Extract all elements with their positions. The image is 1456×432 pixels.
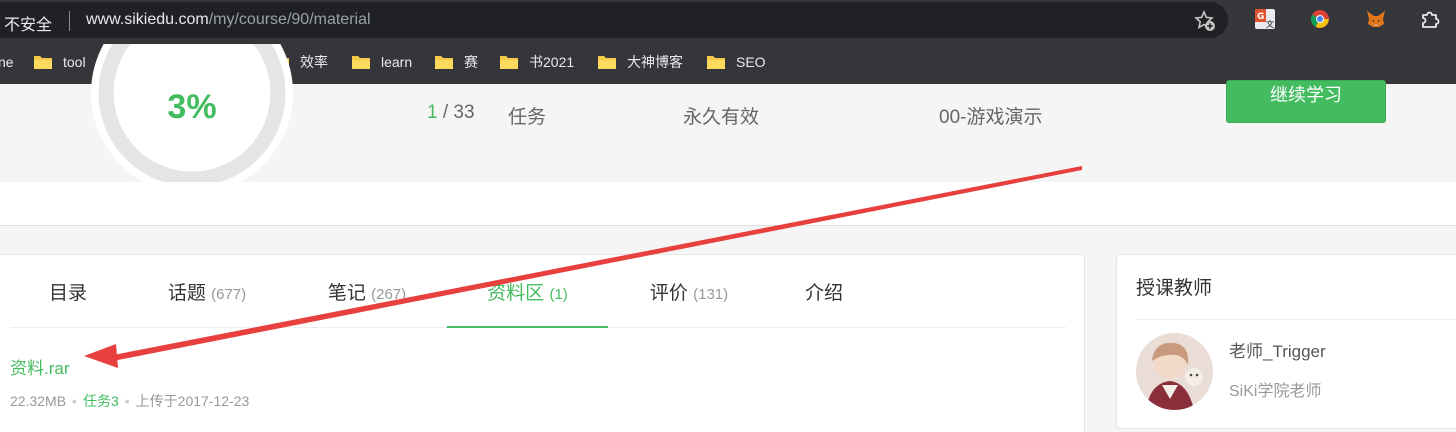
tab-catalog[interactable]: 目录 bbox=[48, 255, 88, 328]
folder-icon bbox=[34, 56, 52, 69]
browser-toolbar: 不安全 www.sikiedu.com/my/course/90/materia… bbox=[0, 0, 1456, 40]
bookmark-folder-books[interactable]: 书2021 bbox=[499, 52, 574, 72]
meta-dot: • bbox=[124, 393, 130, 409]
tab-materials[interactable]: 资料区 (1) bbox=[447, 255, 608, 328]
url-text[interactable]: www.sikiedu.com/my/course/90/material bbox=[86, 11, 371, 29]
folder-icon bbox=[500, 56, 518, 69]
tab-reviews[interactable]: 评价 (131) bbox=[644, 255, 734, 328]
validity-text: 永久有效 bbox=[683, 107, 760, 128]
bookmark-folder-seo[interactable]: SEO bbox=[706, 52, 766, 72]
tab-label: 评价 bbox=[649, 283, 688, 304]
tasks-label: 任务 bbox=[508, 107, 547, 128]
metamask-fox-icon[interactable] bbox=[1365, 8, 1387, 30]
bookmark-label: learn bbox=[381, 54, 413, 70]
course-stats-panel: 3% 1 / 33 任务 永久有效 00-游戏演示 继续学习 bbox=[0, 44, 1456, 194]
folder-icon bbox=[435, 56, 453, 69]
upload-date: 上传于2017-12-23 bbox=[135, 393, 250, 409]
teacher-divider bbox=[1136, 319, 1456, 320]
bookmark-folder-competition[interactable]: 赛 bbox=[434, 52, 478, 72]
material-file-link[interactable]: 资料.rar bbox=[10, 354, 70, 379]
teacher-name[interactable]: 老师_Trigger bbox=[1229, 337, 1326, 362]
bookmark-label: SEO bbox=[736, 54, 766, 70]
tab-intro[interactable]: 介绍 bbox=[804, 255, 844, 328]
tab-label: 介绍 bbox=[804, 283, 843, 304]
course-page: 3% 1 / 33 任务 永久有效 00-游戏演示 继续学习 目录 话题 (67… bbox=[0, 44, 1456, 432]
svg-text:文: 文 bbox=[1266, 19, 1275, 29]
material-meta: 22.32MB • 任务3 • 上传于2017-12-23 bbox=[10, 391, 249, 411]
teacher-card: 授课教师 老师_Trigger SiKi学院老师 bbox=[1116, 254, 1456, 429]
tab-topics[interactable]: 话题 (677) bbox=[162, 255, 252, 328]
folder-icon bbox=[598, 56, 616, 69]
tab-count: (1) bbox=[549, 286, 568, 303]
folder-icon bbox=[352, 56, 370, 69]
teacher-avatar[interactable] bbox=[1136, 333, 1213, 410]
file-task-link[interactable]: 任务3 bbox=[83, 393, 119, 409]
svg-text:G: G bbox=[1257, 12, 1264, 22]
tab-notes[interactable]: 笔记 (267) bbox=[322, 255, 412, 328]
header-band bbox=[0, 182, 1456, 226]
tasks-progress: 1 / 33 bbox=[427, 102, 475, 124]
extensions-puzzle-icon[interactable] bbox=[1419, 8, 1441, 30]
address-bar[interactable]: 不安全 www.sikiedu.com/my/course/90/materia… bbox=[0, 2, 1228, 38]
tab-label: 话题 bbox=[167, 283, 206, 304]
tab-count: (677) bbox=[211, 286, 247, 303]
progress-percent: 3% bbox=[167, 88, 217, 126]
tab-count: (131) bbox=[693, 286, 729, 303]
tab-label: 笔记 bbox=[327, 283, 366, 304]
course-tabs: 目录 话题 (677) 笔记 (267) 资料区 (1) 评价 (131) 介绍 bbox=[10, 255, 1066, 328]
bookmark-label: 赛 bbox=[464, 54, 478, 70]
tasks-done: 1 bbox=[427, 102, 438, 123]
tasks-total: / 33 bbox=[442, 102, 475, 123]
teacher-section-title: 授课教师 bbox=[1136, 278, 1213, 299]
folder-icon bbox=[707, 56, 725, 69]
tab-label: 资料区 bbox=[487, 283, 545, 304]
url-host: www.sikiedu.com bbox=[86, 11, 209, 28]
bookmark-folder-blogs[interactable]: 大神博客 bbox=[597, 52, 683, 72]
teacher-role: SiKi学院老师 bbox=[1229, 383, 1322, 400]
tab-label: 目录 bbox=[48, 283, 87, 304]
security-indicator[interactable]: 不安全 bbox=[4, 11, 52, 35]
meta-dot: • bbox=[72, 393, 77, 409]
chrome-extension-icon[interactable] bbox=[1309, 8, 1331, 30]
course-content-card: 目录 话题 (677) 笔记 (267) 资料区 (1) 评价 (131) 介绍… bbox=[0, 254, 1085, 432]
file-size: 22.32MB bbox=[10, 393, 67, 409]
bookmark-label: 大神博客 bbox=[627, 54, 683, 70]
bookmark-folder-learn[interactable]: learn bbox=[351, 52, 412, 72]
translate-extension-icon[interactable]: G 文 bbox=[1254, 8, 1276, 30]
current-chapter: 00-游戏演示 bbox=[939, 107, 1043, 128]
bookmark-label: ne bbox=[0, 54, 14, 70]
address-separator bbox=[69, 11, 70, 31]
url-path: /my/course/90/material bbox=[208, 11, 371, 28]
bookmark-folder-tool[interactable]: tool bbox=[33, 52, 86, 72]
continue-learning-button[interactable]: 继续学习 bbox=[1226, 80, 1386, 123]
bookmark-item[interactable]: ne bbox=[0, 52, 14, 72]
bookmark-label: 书2021 bbox=[529, 54, 575, 70]
star-add-icon[interactable] bbox=[1194, 10, 1216, 32]
bookmark-label: 效率 bbox=[300, 54, 328, 70]
bookmark-label: tool bbox=[63, 54, 86, 70]
tab-count: (267) bbox=[371, 286, 407, 303]
